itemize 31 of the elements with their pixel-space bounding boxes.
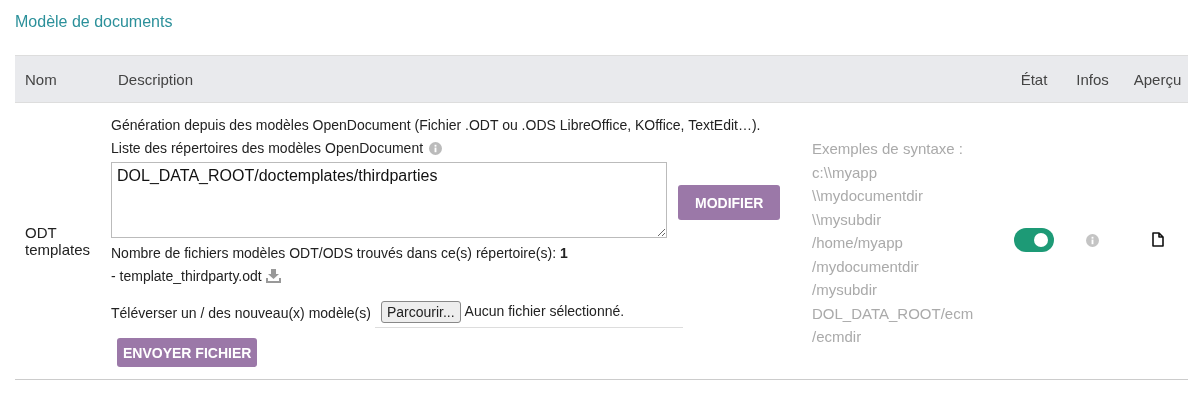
browse-button[interactable]: Parcourir... (380, 300, 461, 323)
column-header: État (1003, 55, 1065, 103)
file-name: - template_thirdparty.odt (111, 268, 262, 284)
syntax-example: \\mysubdir (812, 209, 883, 230)
toggle-switch[interactable] (1014, 227, 1054, 252)
info-icon (429, 142, 443, 155)
syntax-example: DOL_DATA_ROOT/ecm (812, 303, 975, 324)
field-label: Liste des répertoires des modèles OpenDocument (111, 140, 424, 156)
column-header: Aperçu (1120, 55, 1188, 103)
syntax-example: /mysubdir (812, 280, 879, 300)
table-cell: ODT templates (15, 102, 108, 380)
column-header: Description (108, 55, 805, 103)
description-text: Génération depuis des modèles OpenDocument (Fichier .ODT ou .ODS LibreOffice, KOffice, TextEdit…). (111, 116, 762, 135)
send-file-button[interactable]: ENVOYER FICHIER (117, 338, 258, 367)
syntax-example: /ecmdir (812, 327, 863, 347)
file-count-text: Nombre de fichiers modèles ODT/ODS trouvés dans ce(s) répertoire(s): 1 (111, 244, 569, 263)
column-header: Infos (1065, 55, 1120, 103)
file-status: Aucun fichier sélectionné. (464, 302, 625, 321)
modify-button[interactable]: MODIFIER (678, 185, 781, 220)
syntax-example: /home/myapp (812, 233, 904, 253)
info-icon (1086, 233, 1099, 247)
syntax-example: c:\\myapp (812, 162, 879, 183)
syntax-title: Exemples de syntaxe : (812, 139, 964, 159)
column-header: Nom (15, 55, 108, 103)
download-icon[interactable] (265, 269, 281, 283)
section-title: Modèle de documents (15, 12, 174, 32)
document-icon[interactable] (1151, 232, 1164, 247)
syntax-example: /mydocumentdir (812, 256, 920, 277)
upload-label: Téléverser un / des nouveau(x) modèle(s) (111, 303, 371, 323)
syntax-example: \\mydocumentdir (812, 186, 924, 206)
input-field[interactable]: DOL_DATA_ROOT/doctemplates/thirdparties (111, 162, 667, 238)
